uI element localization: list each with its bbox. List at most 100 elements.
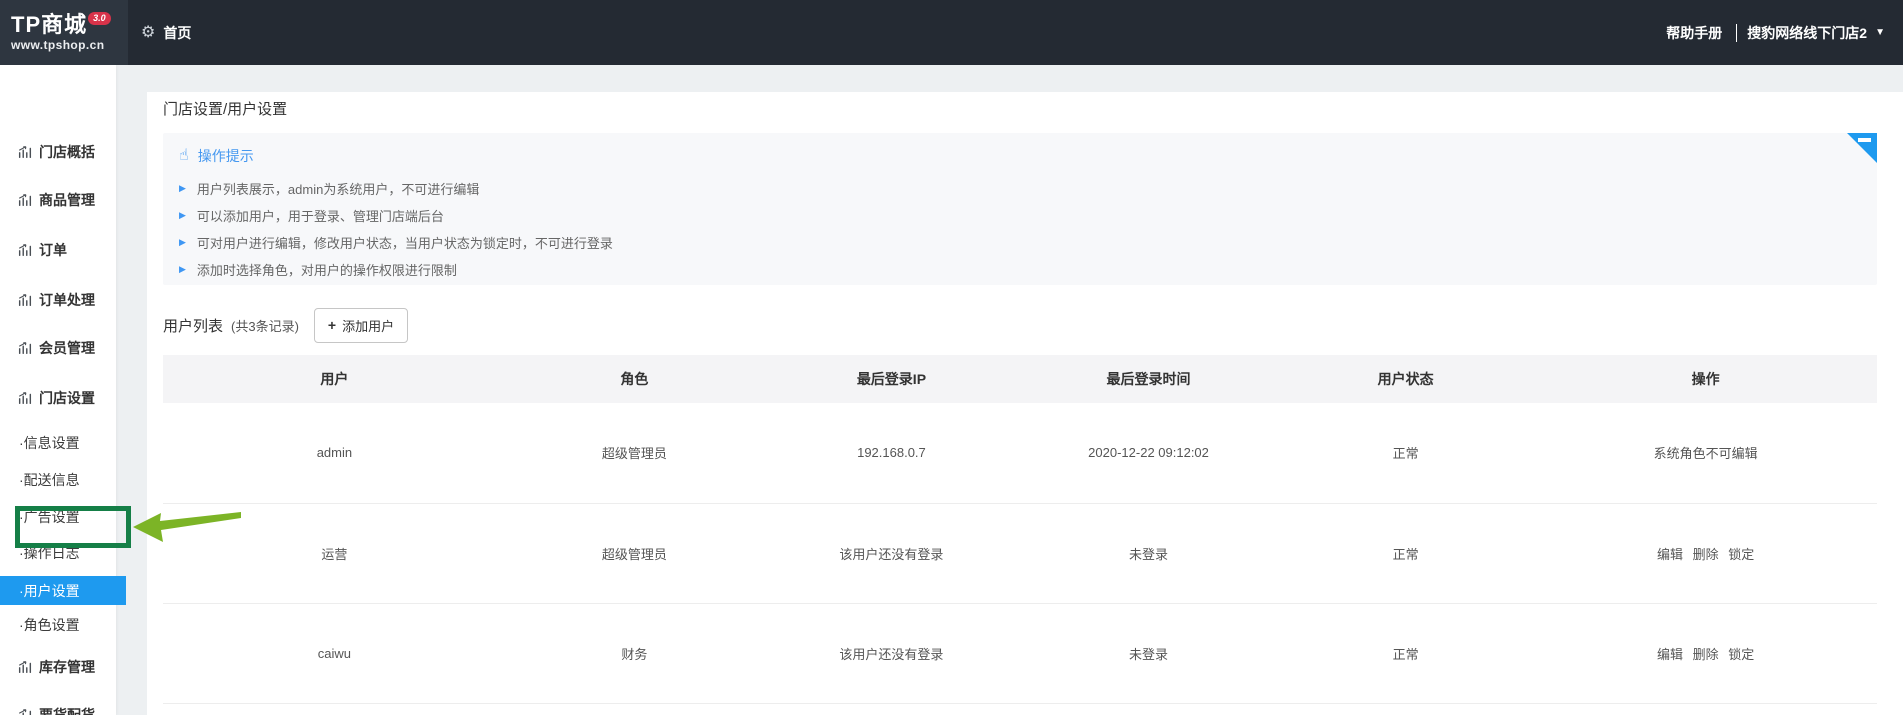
sidebar-item-label: 要货配货: [39, 707, 95, 715]
sidebar-item-user-settings[interactable]: ·用户设置: [0, 576, 126, 605]
cell-user: admin: [163, 403, 506, 504]
tip-item: ▶ 用户列表展示，admin为系统用户，不可进行编辑: [179, 175, 1837, 202]
bullet-icon: ▶: [179, 237, 186, 247]
chevron-down-icon: ▼: [1875, 27, 1885, 38]
edit-link[interactable]: 编辑: [1657, 647, 1683, 662]
user-table: 用户 角色 最后登录IP 最后登录时间 用户状态 操作 admin 超级管理员 …: [163, 355, 1877, 704]
table-row: admin 超级管理员 192.168.0.7 2020-12-22 09:12…: [163, 403, 1877, 504]
tip-text: 可以添加用户，用于登录、管理门店端后台: [196, 209, 444, 224]
logo-version-badge: 3.0: [88, 11, 111, 25]
tips-panel: ☝ 操作提示 ▶ 用户列表展示，admin为系统用户，不可进行编辑 ▶ 可以添加…: [163, 133, 1877, 285]
record-count: (共3条记录): [231, 318, 299, 334]
sidebar-item-label: ·角色设置: [19, 617, 80, 633]
sidebar-item-ad-settings[interactable]: ·广告设置: [0, 503, 116, 531]
sidebar-item-store-overview[interactable]: 门店概括: [0, 138, 116, 166]
logo-subtitle: www.tpshop.cn: [11, 37, 105, 52]
nav-home[interactable]: ⚙ 首页: [141, 23, 191, 43]
cell-status: 正常: [1277, 503, 1535, 604]
plus-icon: +: [327, 317, 337, 333]
lock-link[interactable]: 锁定: [1728, 547, 1754, 562]
user-list-title: 用户列表: [163, 317, 224, 335]
chart-icon: [18, 146, 32, 159]
sidebar-item-delivery-info[interactable]: ·配送信息: [0, 466, 116, 494]
tips-list: ▶ 用户列表展示，admin为系统用户，不可进行编辑 ▶ 可以添加用户，用于登录…: [179, 175, 1837, 283]
col-header-status: 用户状态: [1277, 355, 1535, 403]
chart-icon: [18, 709, 32, 715]
cell-role: 超级管理员: [505, 403, 763, 504]
logo-title: TP商城: [11, 11, 88, 37]
bullet-icon: ▶: [179, 183, 186, 193]
help-manual-link[interactable]: 帮助手册: [1666, 23, 1722, 43]
sidebar-item-label: 门店设置: [39, 390, 95, 406]
sidebar-item-label: 商品管理: [39, 192, 95, 208]
sidebar-item-label: ·广告设置: [19, 509, 80, 525]
chart-icon: [18, 194, 32, 207]
user-list-header: 用户列表 (共3条记录) + 添加用户: [163, 307, 1877, 343]
col-header-role: 角色: [505, 355, 763, 403]
main-content: 门店设置/用户设置 ☝ 操作提示 ▶ 用户列表展示，admin为系统用户，不可进…: [147, 92, 1903, 715]
lock-link[interactable]: 锁定: [1728, 647, 1754, 662]
sidebar-item-member-management[interactable]: 会员管理: [0, 334, 116, 362]
sidebar-item-info-settings[interactable]: ·信息设置: [0, 429, 116, 457]
sidebar-item-store-settings[interactable]: 门店设置: [0, 384, 116, 412]
cell-time: 未登录: [1019, 503, 1278, 604]
tip-text: 可对用户进行编辑，修改用户状态，当用户状态为锁定时，不可进行登录: [196, 236, 613, 251]
breadcrumb: 门店设置/用户设置: [163, 101, 288, 118]
top-bar-right: 帮助手册 搜豹网络线下门店2 ▼: [1666, 23, 1903, 43]
delete-link[interactable]: 删除: [1693, 547, 1719, 562]
tips-title-label: 操作提示: [197, 148, 254, 164]
cell-ops: 编辑 删除 锁定: [1534, 603, 1877, 704]
sidebar-item-orders[interactable]: 订单: [0, 236, 116, 264]
col-header-ip: 最后登录IP: [762, 355, 1020, 403]
cell-ops: 系统角色不可编辑: [1534, 403, 1877, 504]
table-row: caiwu 财务 该用户还没有登录 未登录 正常 编辑 删除 锁定: [163, 603, 1877, 704]
sidebar: 门店概括 商品管理 订单 订单处理 会员管理 门店设置 ·信息设置 ·配送信息 …: [0, 65, 126, 715]
app-logo: TP商城 3.0 www.tpshop.cn: [0, 0, 128, 65]
cell-ops: 编辑 删除 锁定: [1534, 503, 1877, 604]
tip-text: 添加时选择角色，对用户的操作权限进行限制: [196, 263, 457, 278]
col-header-user: 用户: [163, 355, 506, 403]
sidebar-item-label: ·配送信息: [19, 472, 80, 488]
table-row: 运营 超级管理员 该用户还没有登录 未登录 正常 编辑 删除 锁定: [163, 503, 1877, 604]
cell-ip: 该用户还没有登录: [762, 603, 1020, 704]
sidebar-item-label: 库存管理: [39, 659, 95, 675]
tip-item: ▶ 可对用户进行编辑，修改用户状态，当用户状态为锁定时，不可进行登录: [179, 229, 1837, 256]
chart-icon: [18, 661, 32, 674]
delete-link[interactable]: 删除: [1693, 647, 1719, 662]
col-header-ops: 操作: [1534, 355, 1877, 403]
sidebar-item-goods-allocation[interactable]: 要货配货: [0, 701, 116, 715]
cell-time: 未登录: [1019, 603, 1278, 704]
collapse-dash-icon: [1858, 138, 1871, 142]
top-bar: TP商城 3.0 www.tpshop.cn ⚙ 首页 帮助手册 搜豹网络线下门…: [0, 0, 1903, 65]
sidebar-item-inventory-management[interactable]: 库存管理: [0, 653, 116, 681]
bullet-icon: ▶: [179, 264, 186, 274]
hand-click-icon: ☝: [179, 147, 189, 164]
separator: [1736, 23, 1738, 42]
add-user-label: 添加用户: [342, 318, 395, 334]
table-header-row: 用户 角色 最后登录IP 最后登录时间 用户状态 操作: [163, 355, 1877, 403]
cell-status: 正常: [1277, 403, 1535, 504]
tip-item: ▶ 可以添加用户，用于登录、管理门店端后台: [179, 202, 1837, 229]
add-user-button[interactable]: + 添加用户: [313, 307, 409, 343]
bullet-icon: ▶: [179, 210, 186, 220]
sidebar-item-label: ·操作日志: [19, 545, 80, 561]
cell-role: 超级管理员: [505, 503, 763, 604]
cell-status: 正常: [1277, 603, 1535, 704]
tip-item: ▶ 添加时选择角色，对用户的操作权限进行限制: [179, 256, 1837, 283]
sidebar-item-operation-log[interactable]: ·操作日志: [0, 539, 116, 567]
sidebar-item-label: 会员管理: [39, 340, 95, 356]
store-switcher[interactable]: 搜豹网络线下门店2 ▼: [1747, 23, 1885, 43]
sidebar-item-order-processing[interactable]: 订单处理: [0, 286, 116, 314]
edit-link[interactable]: 编辑: [1657, 547, 1683, 562]
system-role-note: 系统角色不可编辑: [1653, 446, 1758, 462]
sidebar-item-label: 订单处理: [39, 292, 95, 308]
chart-icon: [18, 392, 32, 405]
sidebar-item-product-management[interactable]: 商品管理: [0, 186, 116, 214]
chart-icon: [18, 342, 32, 355]
sidebar-item-label: 门店概括: [39, 144, 95, 160]
chart-icon: [18, 294, 32, 307]
nav-home-label: 首页: [163, 24, 192, 41]
sidebar-item-role-settings[interactable]: ·角色设置: [0, 611, 116, 639]
tips-title: ☝ 操作提示: [179, 145, 1837, 167]
store-name: 搜豹网络线下门店2: [1747, 24, 1868, 41]
